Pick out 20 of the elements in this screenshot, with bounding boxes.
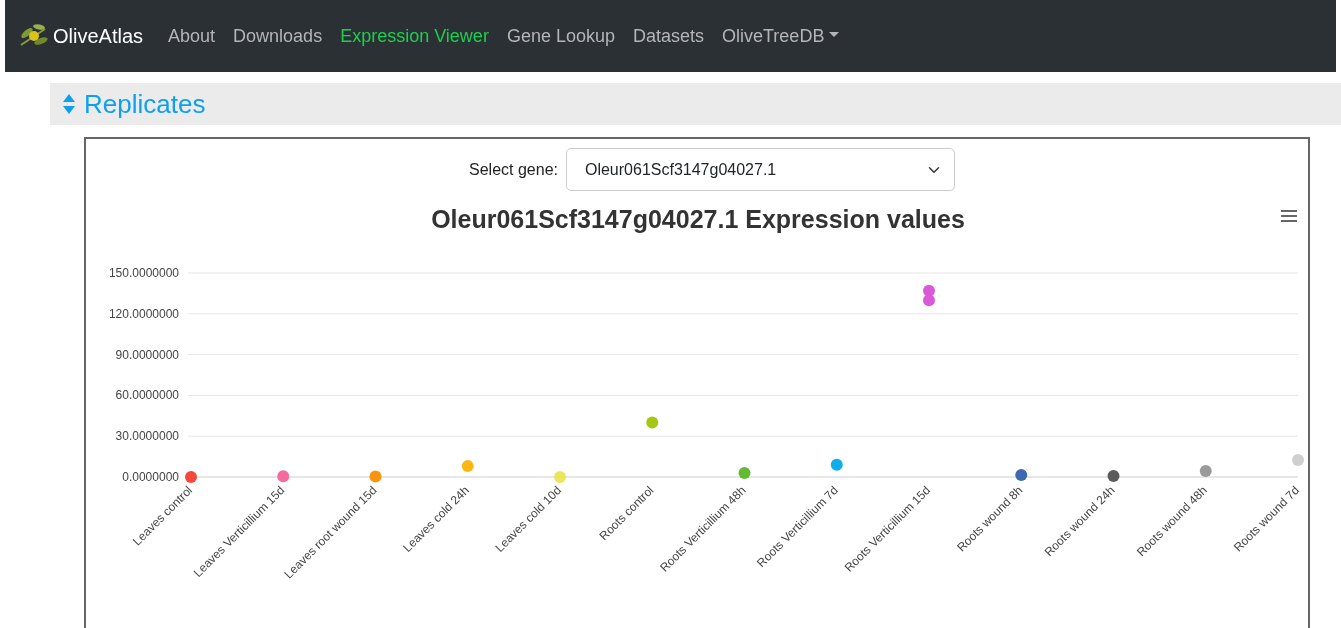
nav-link[interactable]: Expression Viewer bbox=[331, 22, 498, 50]
gene-select[interactable]: Oleur061Scf3147g04027.1 bbox=[565, 148, 955, 191]
sort-icon bbox=[62, 93, 76, 115]
nav-link[interactable]: Downloads bbox=[224, 22, 332, 50]
y-axis-label: 90.0000000 bbox=[115, 347, 179, 362]
nav-dropdown[interactable]: OliveTreeDB bbox=[713, 22, 848, 50]
select-label: Select gene: bbox=[469, 159, 558, 180]
menu-icon[interactable] bbox=[1280, 210, 1298, 222]
y-axis-label: 150.0000000 bbox=[108, 266, 179, 280]
olive-branch-icon bbox=[19, 23, 49, 49]
chart-title: Oleur061Scf3147g04027.1 Expression values bbox=[431, 205, 965, 233]
brand-link[interactable]: OliveAtlas bbox=[19, 21, 144, 51]
section-title: Replicates bbox=[84, 87, 206, 121]
y-axis-label: 120.0000000 bbox=[108, 306, 179, 321]
nav-link[interactable]: Datasets bbox=[624, 22, 714, 50]
nav-link[interactable]: About bbox=[159, 22, 225, 50]
y-axis-label: 60.0000000 bbox=[115, 388, 179, 403]
y-axis-label: 0.0000000 bbox=[122, 470, 179, 484]
y-axis-label: 30.0000000 bbox=[115, 429, 179, 444]
nav-link[interactable]: Gene Lookup bbox=[497, 22, 624, 50]
